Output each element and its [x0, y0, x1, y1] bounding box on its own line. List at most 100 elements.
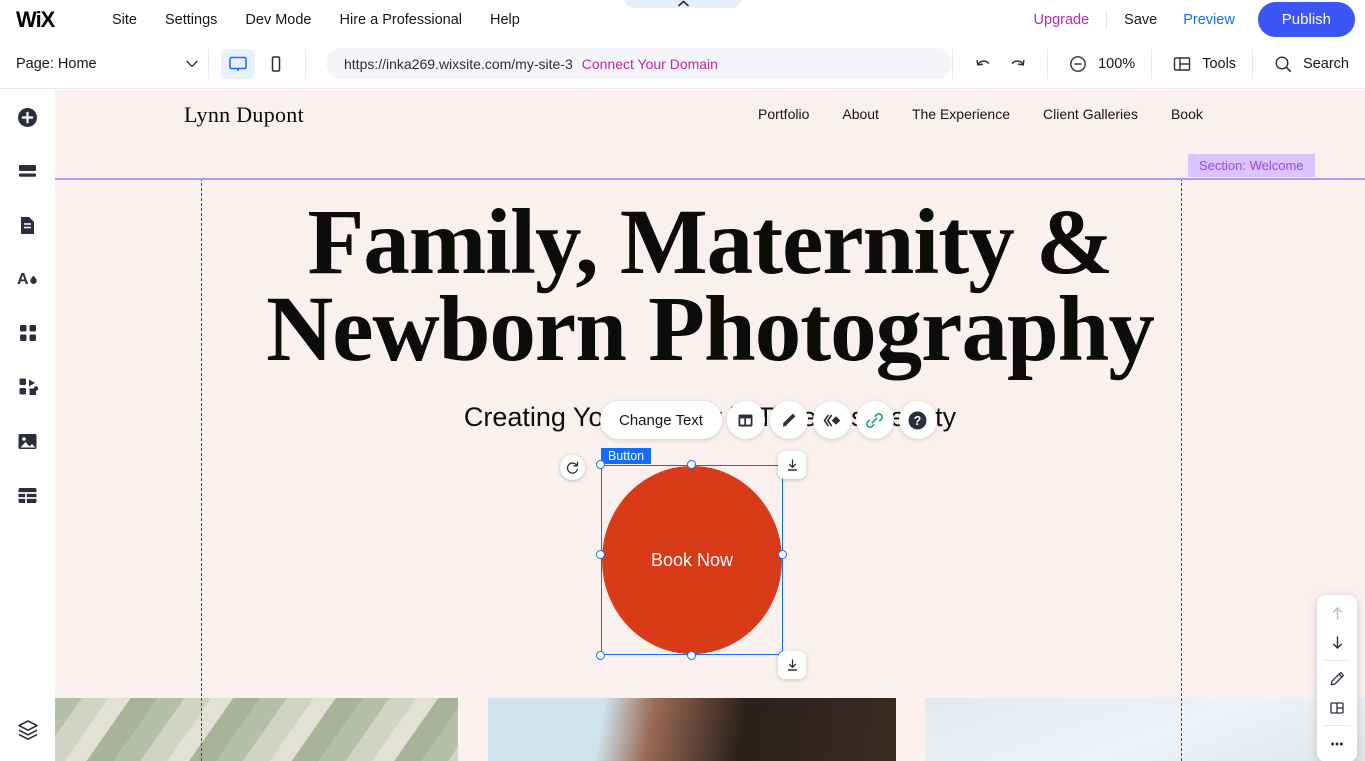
sidebar-item-cms[interactable]	[0, 468, 55, 522]
hero-heading-line1: Family, Maternity &	[307, 191, 1114, 294]
resize-handle-middle-left[interactable]	[596, 550, 605, 559]
editor-toolbar: Page: Home https://inka269.wixsite.com/m…	[0, 39, 1365, 89]
dock-top-button[interactable]	[778, 451, 806, 479]
sidebar-item-site-design[interactable]: A	[0, 252, 55, 306]
sidebar-item-add-ons[interactable]	[0, 360, 55, 414]
section-actions-toolbar	[1317, 595, 1357, 761]
collapse-panel-handle[interactable]	[625, 0, 741, 8]
menu-dev-mode[interactable]: Dev Mode	[231, 6, 325, 34]
animation-button[interactable]	[812, 401, 851, 439]
chevron-down-icon	[186, 60, 198, 67]
move-section-down-button[interactable]	[1317, 628, 1357, 657]
resize-handle-middle-right[interactable]	[778, 550, 787, 559]
preview-button[interactable]: Preview	[1170, 6, 1248, 34]
sidebar-item-add-section[interactable]	[0, 144, 55, 198]
site-canvas: Lynn Dupont Portfolio About The Experien…	[55, 90, 1365, 761]
upgrade-button[interactable]: Upgrade	[1021, 6, 1103, 34]
mobile-view-button[interactable]	[259, 49, 293, 79]
site-navigation: Portfolio About The Experience Client Ga…	[758, 106, 1203, 122]
plus-circle-icon	[18, 107, 37, 127]
dock-bottom-button[interactable]	[778, 651, 806, 679]
element-context-toolbar: Change Text ?	[600, 401, 937, 439]
connect-domain-link[interactable]: Connect Your Domain	[582, 56, 718, 72]
tools-group[interactable]: Tools	[1152, 49, 1252, 79]
design-button[interactable]	[769, 401, 808, 439]
table-icon	[18, 487, 37, 503]
site-brand[interactable]: Lynn Dupont	[184, 102, 304, 128]
top-actions: Upgrade Save Preview Publish	[1021, 0, 1355, 39]
nav-about[interactable]: About	[842, 106, 879, 122]
arrow-down-icon	[1332, 636, 1342, 649]
help-button[interactable]: ?	[898, 401, 937, 439]
sidebar-item-media[interactable]	[0, 414, 55, 468]
section-layout-button[interactable]	[1317, 693, 1357, 722]
device-switcher	[209, 48, 305, 79]
zoom-level[interactable]: 100%	[1098, 56, 1135, 72]
section-badge[interactable]: Section: Welcome	[1188, 154, 1315, 177]
zoom-group: 100%	[1048, 49, 1151, 79]
search-group[interactable]: Search	[1253, 49, 1365, 79]
sidebar-item-pages[interactable]	[0, 198, 55, 252]
gallery-image-1[interactable]	[55, 698, 458, 761]
menu-settings[interactable]: Settings	[151, 6, 231, 34]
save-button[interactable]: Save	[1111, 6, 1170, 34]
search-icon	[1275, 56, 1292, 73]
more-options-button[interactable]	[1317, 729, 1357, 758]
page-selector[interactable]: Page: Home	[12, 49, 208, 79]
desktop-view-button[interactable]	[221, 48, 255, 79]
help-icon: ?	[908, 411, 927, 429]
sidebar-item-layers[interactable]	[0, 703, 55, 757]
gallery-image-3[interactable]	[925, 698, 1365, 761]
desktop-icon	[229, 56, 247, 71]
link-button[interactable]	[855, 401, 894, 439]
resize-handle-top-center[interactable]	[687, 460, 696, 469]
menu-site[interactable]: Site	[98, 6, 151, 34]
menu-hire-professional[interactable]: Hire a Professional	[326, 6, 477, 34]
edit-section-button[interactable]	[1317, 664, 1357, 693]
undo-button[interactable]	[969, 50, 997, 78]
resize-handle-top-left[interactable]	[596, 460, 605, 469]
site-header: Lynn Dupont Portfolio About The Experien…	[55, 90, 1365, 180]
divider	[1324, 660, 1350, 661]
selected-element: Book Now Button	[560, 448, 806, 679]
hero-heading[interactable]: Family, Maternity & Newborn Photography	[55, 191, 1365, 377]
site-url-bar[interactable]: https://inka269.wixsite.com/my-site-3 Co…	[326, 48, 952, 79]
wix-editor-window: WiX Site Settings Dev Mode Hire a Profes…	[0, 0, 1365, 761]
sections-icon	[19, 164, 36, 177]
left-sidebar: A	[0, 90, 55, 761]
redo-icon	[1011, 59, 1025, 66]
nav-client-galleries[interactable]: Client Galleries	[1043, 106, 1138, 122]
section-top-border	[55, 178, 1365, 180]
nav-book[interactable]: Book	[1171, 106, 1203, 122]
move-section-up-button[interactable]	[1317, 599, 1357, 628]
arrow-up-icon	[1332, 607, 1342, 620]
wix-logo-icon: WiX	[16, 8, 57, 32]
sidebar-item-add-elements[interactable]	[0, 90, 55, 144]
redo-button[interactable]	[1003, 50, 1031, 78]
menu-help[interactable]: Help	[476, 6, 534, 34]
dock-top-icon	[787, 458, 797, 471]
zoom-out-button[interactable]	[1064, 50, 1092, 78]
image-icon	[18, 433, 37, 449]
tools-panel-icon	[1173, 57, 1191, 71]
pencil-icon	[1330, 671, 1345, 685]
sidebar-item-apps[interactable]	[0, 306, 55, 360]
layout-guide-left	[201, 178, 202, 761]
design-brush-icon	[783, 413, 796, 427]
resize-handle-bottom-center[interactable]	[687, 651, 696, 660]
publish-button[interactable]: Publish	[1257, 2, 1355, 37]
svg-text:WiX: WiX	[16, 8, 56, 32]
nav-the-experience[interactable]: The Experience	[912, 106, 1010, 122]
wix-logo[interactable]: WiX	[14, 7, 70, 33]
gallery-image-2[interactable]	[488, 698, 896, 761]
undo-icon	[976, 59, 989, 66]
resize-handle-bottom-left[interactable]	[596, 651, 605, 660]
layout-button[interactable]	[726, 401, 765, 439]
nav-portfolio[interactable]: Portfolio	[758, 106, 809, 122]
puzzle-icon	[19, 378, 38, 395]
search-label: Search	[1303, 56, 1349, 72]
rotate-handle[interactable]	[560, 455, 585, 480]
change-text-button[interactable]: Change Text	[600, 401, 722, 439]
selection-box	[601, 465, 783, 655]
site-url: https://inka269.wixsite.com/my-site-3	[344, 55, 573, 72]
